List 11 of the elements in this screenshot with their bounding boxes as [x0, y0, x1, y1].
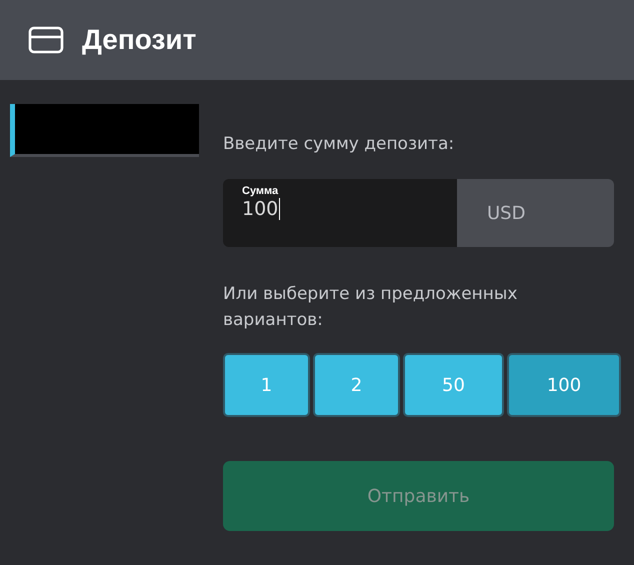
- amount-prompt: Введите сумму депозита:: [223, 133, 456, 156]
- preset-button[interactable]: 100: [507, 353, 621, 417]
- sidebar-item[interactable]: [10, 104, 199, 157]
- currency-label: USD: [457, 179, 614, 247]
- amount-field[interactable]: Сумма 100: [223, 179, 457, 247]
- preset-button[interactable]: 50: [403, 353, 504, 417]
- page-title: Депозит: [82, 24, 196, 56]
- presets-prompt: Или выберите из предложенных вариантов:: [223, 283, 518, 332]
- preset-button[interactable]: 1: [223, 353, 310, 417]
- card-icon: [28, 26, 64, 54]
- preset-button[interactable]: 2: [313, 353, 400, 417]
